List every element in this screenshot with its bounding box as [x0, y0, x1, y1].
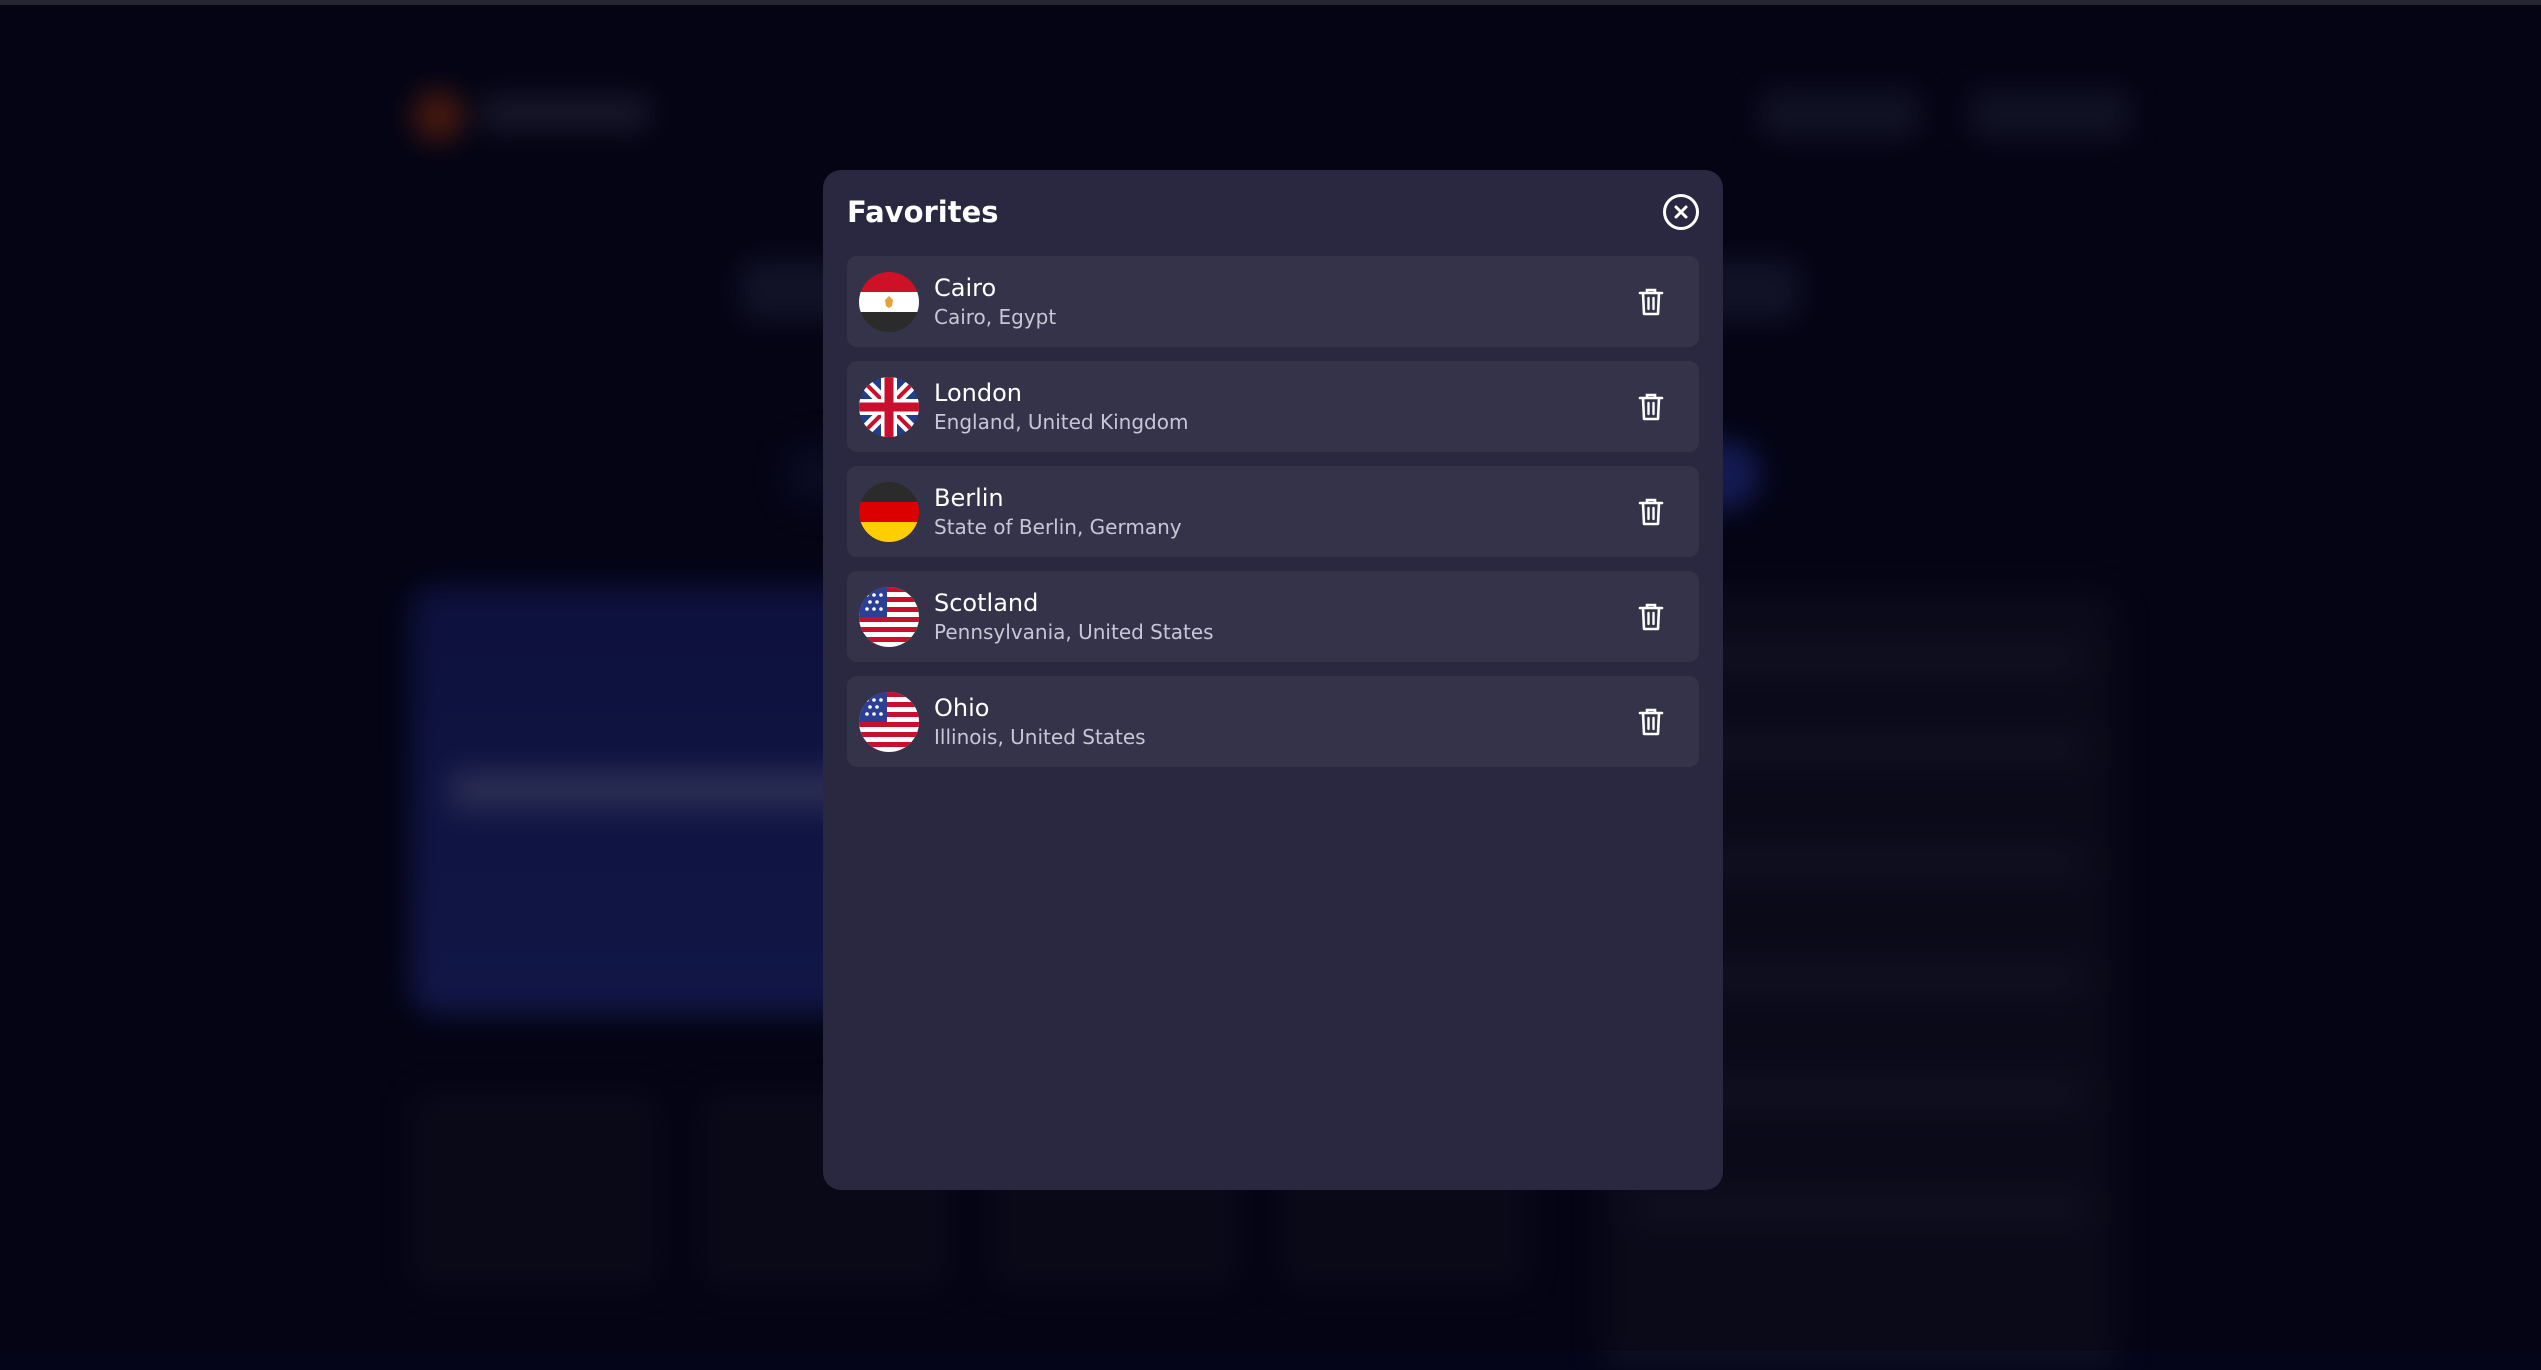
close-icon[interactable]: [1663, 194, 1699, 230]
favorite-item-ohio[interactable]: Ohio Illinois, United States: [847, 676, 1699, 767]
favorite-text: Scotland Pennsylvania, United States: [934, 588, 1627, 646]
favorite-city: Berlin: [934, 483, 1004, 512]
favorites-modal: Favorites Cairo Cairo, Egypt London Engl…: [823, 170, 1723, 1190]
favorite-region: Illinois, United States: [934, 724, 1146, 749]
uk-flag-icon: [859, 376, 919, 437]
favorite-text: London England, United Kingdom: [934, 378, 1627, 436]
favorite-text: Ohio Illinois, United States: [934, 693, 1627, 751]
trash-icon[interactable]: [1627, 698, 1675, 746]
favorite-item-berlin[interactable]: Berlin State of Berlin, Germany: [847, 466, 1699, 557]
usa-flag-icon: [859, 691, 919, 752]
favorites-list: Cairo Cairo, Egypt London England, Unite…: [847, 256, 1699, 767]
favorite-text: Cairo Cairo, Egypt: [934, 273, 1627, 331]
favorite-item-cairo[interactable]: Cairo Cairo, Egypt: [847, 256, 1699, 347]
usa-flag-icon: [859, 586, 919, 647]
trash-icon[interactable]: [1627, 383, 1675, 431]
modal-header: Favorites: [847, 170, 1699, 254]
trash-icon[interactable]: [1627, 593, 1675, 641]
favorite-region: State of Berlin, Germany: [934, 514, 1182, 539]
favorite-item-london[interactable]: London England, United Kingdom: [847, 361, 1699, 452]
favorite-city: London: [934, 378, 1022, 407]
favorite-city: Cairo: [934, 273, 997, 302]
favorite-region: Cairo, Egypt: [934, 304, 1057, 329]
favorite-region: Pennsylvania, United States: [934, 619, 1214, 644]
favorite-city: Scotland: [934, 588, 1039, 617]
trash-icon[interactable]: [1627, 488, 1675, 536]
close-x-glyph: [1674, 205, 1688, 219]
favorite-text: Berlin State of Berlin, Germany: [934, 483, 1627, 541]
modal-title: Favorites: [847, 195, 999, 229]
favorite-city: Ohio: [934, 693, 990, 722]
germany-flag-icon: [859, 481, 919, 542]
egypt-flag-icon: [859, 271, 919, 332]
trash-icon[interactable]: [1627, 278, 1675, 326]
favorite-region: England, United Kingdom: [934, 409, 1189, 434]
favorite-item-scotland[interactable]: Scotland Pennsylvania, United States: [847, 571, 1699, 662]
